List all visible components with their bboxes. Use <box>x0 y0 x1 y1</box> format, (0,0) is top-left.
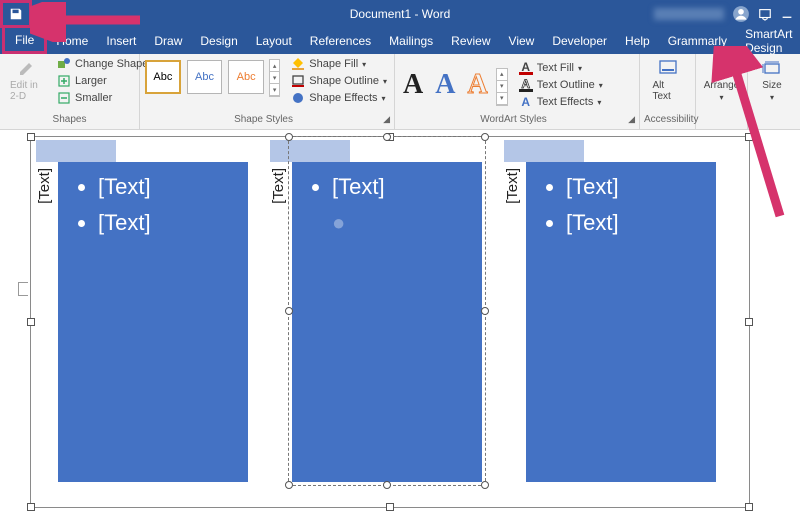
shape-style-preset-3[interactable]: Abc <box>228 60 264 94</box>
document-title: Document1 - Word <box>350 7 450 21</box>
larger-label: Larger <box>75 75 107 87</box>
change-shape-label: Change Shape <box>75 58 148 70</box>
shapes-group-label: Shapes <box>4 114 135 128</box>
smartart-shape-3-tab[interactable] <box>504 140 584 162</box>
tab-review[interactable]: Review <box>442 28 499 54</box>
list-item[interactable]: [Text] <box>566 210 619 236</box>
text-effects-label: Text Effects <box>537 96 594 108</box>
title-bar: Document1 - Word <box>0 0 800 28</box>
shape-effects-label: Shape Effects <box>309 92 377 104</box>
smartart-shape-1[interactable]: [Text] [Text] <box>58 162 248 482</box>
alt-text-button[interactable]: Alt Text <box>647 56 689 104</box>
edit-in-2d-label: Edit in 2-D <box>10 80 44 102</box>
smartart-shape-2-selection[interactable] <box>288 136 486 486</box>
tab-smartart-design[interactable]: SmartArt Design <box>736 28 800 54</box>
ribbon-tabs: File Home Insert Draw Design Layout Refe… <box>0 28 800 54</box>
smartart-shape-2-title[interactable]: [Text] <box>270 168 287 204</box>
shape-effects-icon <box>291 91 305 105</box>
shape-fill-icon <box>291 57 305 71</box>
shape-outline-button[interactable]: Shape Outline▾ <box>288 73 390 89</box>
smartart-shape-1-title[interactable]: [Text] <box>36 168 53 204</box>
text-fill-label: Text Fill <box>537 62 574 74</box>
list-item[interactable]: [Text] <box>566 174 619 200</box>
arrange-label: Arrange <box>704 80 740 91</box>
user-avatar-icon[interactable] <box>732 5 750 23</box>
shape-effects-button[interactable]: Shape Effects▾ <box>288 90 390 106</box>
list-item[interactable]: [Text] <box>98 174 151 200</box>
window-controls <box>654 5 800 23</box>
tab-home[interactable]: Home <box>47 28 97 54</box>
tab-mailings[interactable]: Mailings <box>380 28 442 54</box>
tab-developer[interactable]: Developer <box>543 28 616 54</box>
alt-text-label: Alt Text <box>653 80 683 102</box>
tab-draw[interactable]: Draw <box>145 28 191 54</box>
smartart-shape-3-list[interactable]: [Text] [Text] <box>542 174 619 246</box>
tab-layout[interactable]: Layout <box>247 28 301 54</box>
text-outline-button[interactable]: A Text Outline▾ <box>516 77 606 93</box>
arrange-icon <box>712 58 732 78</box>
shape-style-gallery-scroll[interactable]: ▴▾▾ <box>269 59 280 97</box>
tab-grammarly[interactable]: Grammarly <box>659 28 736 54</box>
size-icon <box>762 58 782 78</box>
text-outline-icon: A <box>519 78 533 92</box>
minimize-icon[interactable] <box>780 7 794 21</box>
size-button[interactable]: Size ▾ <box>756 56 788 104</box>
smartart-shape-3[interactable]: [Text] [Text] <box>526 162 716 482</box>
change-shape-icon <box>57 57 71 71</box>
shape-fill-button[interactable]: Shape Fill▾ <box>288 56 390 72</box>
wordart-preset-1[interactable]: A <box>399 69 427 101</box>
smartart-shape-1-tab[interactable] <box>36 140 116 162</box>
tab-help[interactable]: Help <box>616 28 659 54</box>
larger-icon <box>57 74 71 88</box>
shape-styles-group-label: Shape Styles ◢ <box>144 114 390 128</box>
dialog-launcher-icon[interactable]: ◢ <box>383 114 390 125</box>
accessibility-group-label: Accessibility <box>644 114 691 128</box>
pencil-icon <box>17 58 37 78</box>
wordart-gallery-scroll[interactable]: ▴▾▾ <box>496 68 508 106</box>
smaller-label: Smaller <box>75 92 112 104</box>
tab-insert[interactable]: Insert <box>97 28 145 54</box>
document-canvas[interactable]: [Text] [Text] [Text] [Text] ● [Text] [Te… <box>0 130 800 531</box>
wordart-styles-group-label: WordArt Styles ◢ <box>399 114 635 128</box>
user-name[interactable] <box>654 8 724 20</box>
ribbon: Edit in 2-D Change Shape ▾ Larger Smalle… <box>0 54 800 130</box>
smaller-icon <box>57 91 71 105</box>
tab-references[interactable]: References <box>301 28 380 54</box>
edit-in-2d-button[interactable]: Edit in 2-D <box>4 56 50 104</box>
save-icon <box>9 7 23 21</box>
smartart-shape-3-title[interactable]: [Text] <box>504 168 521 204</box>
page-margin-icon <box>18 282 28 296</box>
shape-style-preset-2[interactable]: Abc <box>187 60 223 94</box>
chevron-down-icon: ▾ <box>770 93 774 102</box>
text-effects-icon: A <box>519 95 533 109</box>
dialog-launcher-icon[interactable]: ◢ <box>628 114 635 125</box>
size-label: Size <box>762 80 781 91</box>
text-fill-button[interactable]: A Text Fill▾ <box>516 60 606 76</box>
save-button[interactable] <box>0 0 32 28</box>
shape-fill-label: Shape Fill <box>309 58 358 70</box>
text-outline-label: Text Outline <box>537 79 595 91</box>
smartart-shape-1-list[interactable]: [Text] [Text] <box>74 174 151 246</box>
shape-outline-icon <box>291 74 305 88</box>
shape-outline-label: Shape Outline <box>309 75 379 87</box>
tab-design[interactable]: Design <box>191 28 246 54</box>
text-effects-button[interactable]: A Text Effects▾ <box>516 94 606 110</box>
arrange-button[interactable]: Arrange ▾ <box>698 56 746 104</box>
wordart-preset-3[interactable]: A <box>463 69 491 101</box>
list-item[interactable]: [Text] <box>98 210 151 236</box>
shape-style-preset-1[interactable]: Abc <box>145 60 181 94</box>
wordart-preset-2[interactable]: A <box>431 69 459 101</box>
chevron-down-icon: ▾ <box>720 93 724 102</box>
text-fill-icon: A <box>519 61 533 75</box>
tab-view[interactable]: View <box>500 28 544 54</box>
alt-text-icon <box>658 58 678 78</box>
tab-file[interactable]: File <box>2 28 47 54</box>
ribbon-options-icon[interactable] <box>758 7 772 21</box>
